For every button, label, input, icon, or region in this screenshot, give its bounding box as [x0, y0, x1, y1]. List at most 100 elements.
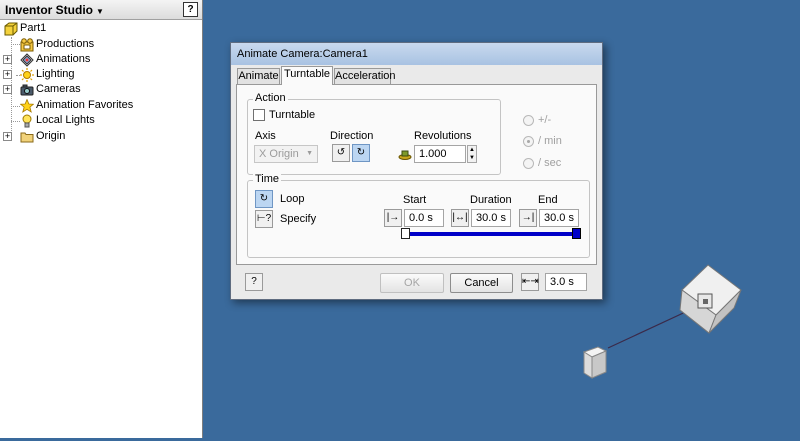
turntable-icon [398, 150, 412, 160]
dialog-help-button[interactable]: ? [245, 273, 263, 291]
spin-down-icon: ▼ [469, 155, 475, 161]
radio-per-min[interactable] [523, 136, 534, 147]
chevron-down-icon: ▼ [306, 150, 313, 157]
bulb-icon [22, 114, 32, 128]
expand-icon[interactable]: + [3, 70, 12, 79]
tab-turntable[interactable]: Turntable [281, 66, 333, 85]
part-icon [4, 22, 18, 36]
dialog-titlebar[interactable]: Animate Camera:Camera1 [231, 43, 602, 65]
timeline-start-handle[interactable] [401, 228, 410, 239]
help-icon: ? [187, 4, 194, 15]
help-icon: ? [251, 276, 257, 287]
tree-item-label: Cameras [36, 83, 81, 95]
action-group: Action Turntable Axis X Origin ▼ Directi… [247, 92, 501, 175]
tree-item-label: Animations [36, 53, 91, 65]
browser-title-dropdown[interactable]: Inventor Studio ▼ [5, 3, 104, 17]
timeline-slider[interactable] [401, 228, 581, 239]
playback-time-field[interactable]: 3.0 s [545, 273, 587, 291]
expand-icon[interactable]: + [3, 55, 12, 64]
time-group-title: Time [253, 173, 282, 185]
tree-item-origin[interactable]: + Origin [0, 129, 200, 145]
radio-plus-minus[interactable] [523, 115, 534, 126]
lighting-icon [20, 68, 34, 82]
turntable-label: Turntable [269, 109, 316, 121]
playback-time-value: 3.0 s [550, 276, 574, 288]
tree-item-label: Productions [36, 38, 95, 50]
revolutions-spinner[interactable]: ▲ ▼ [467, 145, 477, 163]
revolutions-input[interactable]: 1.000 [414, 145, 466, 163]
star-icon [20, 99, 34, 113]
animate-camera-dialog: Animate Camera:Camera1 Animate Turntable… [230, 42, 603, 300]
cancel-label: Cancel [464, 277, 499, 289]
animations-icon [20, 53, 34, 67]
loop-label: Loop [280, 193, 305, 205]
specify-button[interactable]: ⊢? [255, 210, 273, 228]
end-snap-button[interactable]: →| [519, 209, 537, 227]
cancel-button[interactable]: Cancel [450, 273, 513, 293]
start-marker-icon: |→ [386, 212, 400, 223]
start-input[interactable]: 0.0 s [404, 209, 444, 227]
loop-icon: ↻ [259, 193, 269, 204]
folder-icon [20, 132, 34, 143]
radio-plus-minus-label: +/- [538, 114, 552, 126]
browser-title-label: Inventor Studio [5, 3, 93, 17]
timeline-range-icon: ⇤⇥ [522, 276, 539, 287]
tree-item-label: Local Lights [36, 114, 95, 126]
turntable-checkbox[interactable] [253, 109, 265, 121]
duration-value: 30.0 s [476, 212, 506, 224]
duration-icon: |↔| [452, 212, 468, 223]
tree-item-local-lights[interactable]: Local Lights [0, 113, 200, 129]
start-value: 0.0 s [409, 212, 433, 224]
specify-label: Specify [280, 213, 317, 225]
tree-item-animations[interactable]: + Animations [0, 52, 200, 68]
ok-button[interactable]: OK [380, 273, 444, 293]
expand-icon[interactable]: + [3, 85, 12, 94]
start-label: Start [403, 194, 427, 206]
radio-per-sec[interactable] [523, 158, 534, 169]
tree-item-label: Lighting [36, 68, 75, 80]
action-group-title: Action [253, 92, 288, 104]
browser-help-button[interactable]: ? [183, 2, 198, 17]
duration-button[interactable]: |↔| [451, 209, 469, 227]
duration-input[interactable]: 30.0 s [471, 209, 511, 227]
camera-icon [20, 84, 34, 96]
tree-item-cameras[interactable]: + Cameras [0, 82, 200, 98]
start-snap-button[interactable]: |→ [384, 209, 402, 227]
tree-item-lighting[interactable]: + Lighting [0, 67, 200, 83]
specify-icon: ⊢? [256, 213, 272, 224]
dialog-title: Animate Camera:Camera1 [237, 48, 368, 60]
timeline-fill [405, 232, 577, 236]
camera-glyph[interactable] [679, 264, 742, 334]
radio-per-sec-label: / sec [538, 157, 562, 169]
duration-label: Duration [470, 194, 512, 206]
playback-length-button[interactable]: ⇤⇥ [521, 273, 539, 291]
turntable-tab-panel: Action Turntable Axis X Origin ▼ Directi… [236, 84, 597, 265]
tree-item-productions[interactable]: Productions [0, 37, 200, 53]
end-value: 30.0 s [544, 212, 574, 224]
direction-ccw-button[interactable]: ↺ [332, 144, 350, 162]
axis-select[interactable]: X Origin ▼ [254, 145, 318, 163]
productions-icon [20, 38, 34, 52]
ok-label: OK [404, 277, 420, 289]
rotate-ccw-icon: ↺ [336, 147, 346, 158]
browser-header: Inventor Studio ▼ ? [0, 0, 202, 20]
revolutions-value: 1.000 [419, 148, 447, 160]
end-input[interactable]: 30.0 s [539, 209, 579, 227]
tree-item-label: Origin [36, 130, 66, 142]
expand-icon[interactable]: + [3, 132, 12, 141]
tab-animate[interactable]: Animate [237, 68, 280, 84]
rotate-cw-icon: ↻ [356, 147, 366, 158]
time-group: Time ↻ Loop ⊢? Specify Start |→ 0.0 s Du… [247, 173, 590, 258]
tree-item-label: Part1 [20, 22, 47, 34]
model-browser-panel: Inventor Studio▼ ? Part1 Productions + [0, 0, 203, 438]
target-box[interactable] [582, 346, 608, 379]
tree-item-animation-favorites[interactable]: Animation Favorites [0, 98, 200, 114]
end-label: End [538, 194, 558, 206]
tree-item-part1[interactable]: Part1 [0, 21, 200, 37]
direction-cw-button[interactable]: ↻ [352, 144, 370, 162]
end-marker-icon: →| [521, 212, 535, 223]
tab-acceleration[interactable]: Acceleration [334, 68, 396, 84]
loop-button[interactable]: ↻ [255, 190, 273, 208]
tree-item-label: Animation Favorites [36, 99, 134, 111]
timeline-end-handle[interactable] [572, 228, 581, 239]
